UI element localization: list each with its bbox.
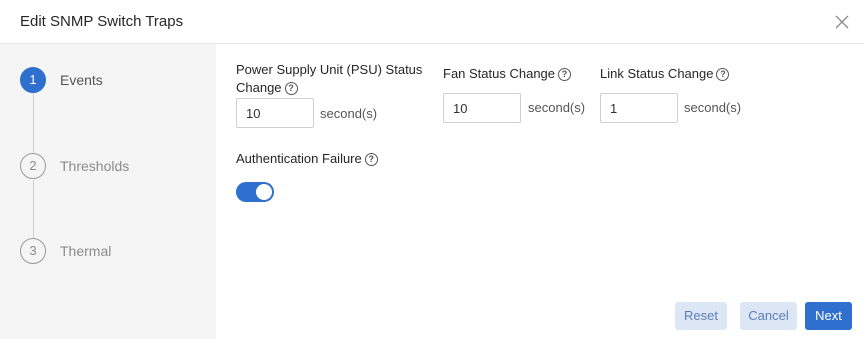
auth-label-text: Authentication Failure: [236, 151, 362, 166]
fan-unit-label: second(s): [528, 100, 586, 115]
fan-status-label: Fan Status Change?: [443, 65, 572, 83]
cancel-button[interactable]: Cancel: [740, 302, 797, 330]
help-icon[interactable]: ?: [558, 68, 572, 81]
step-events[interactable]: 1 Events: [20, 67, 210, 95]
step-number: 1: [20, 67, 46, 93]
edit-snmp-dialog: Edit SNMP Switch Traps 1 Events 2 Thresh…: [0, 0, 864, 339]
link-status-label: Link Status Change?: [600, 65, 730, 83]
help-icon[interactable]: ?: [716, 68, 730, 81]
fan-interval-input[interactable]: [443, 93, 521, 123]
toggle-knob: [256, 184, 272, 200]
dialog-header: Edit SNMP Switch Traps: [0, 0, 864, 44]
step-connector: [33, 93, 34, 154]
next-button[interactable]: Next: [805, 302, 852, 330]
step-thresholds[interactable]: 2 Thresholds: [20, 153, 210, 181]
step-number: 3: [20, 238, 46, 264]
psu-unit-label: second(s): [320, 106, 378, 121]
dialog-title: Edit SNMP Switch Traps: [20, 13, 184, 30]
step-thermal[interactable]: 3 Thermal: [20, 238, 210, 266]
link-unit-label: second(s): [684, 100, 742, 115]
fan-label-text: Fan Status Change: [443, 66, 556, 81]
step-number: 2: [20, 153, 46, 179]
reset-button[interactable]: Reset: [675, 302, 727, 330]
psu-label-line1: Power Supply Unit (PSU) Status: [236, 62, 423, 77]
step-label: Events: [60, 72, 103, 88]
psu-label-line2: Change: [236, 80, 282, 95]
auth-failure-toggle[interactable]: [236, 182, 274, 202]
step-label: Thermal: [60, 243, 112, 259]
step-connector: [33, 180, 34, 239]
close-icon[interactable]: [832, 12, 852, 32]
psu-status-label: Power Supply Unit (PSU) Status Change?: [236, 61, 422, 97]
steps-sidebar: 1 Events 2 Thresholds 3 Thermal: [0, 44, 216, 339]
auth-failure-label: Authentication Failure?: [236, 150, 378, 168]
link-label-text: Link Status Change: [600, 66, 714, 81]
link-interval-input[interactable]: [600, 93, 678, 123]
psu-interval-input[interactable]: [236, 98, 314, 128]
step-label: Thresholds: [60, 158, 130, 174]
help-icon[interactable]: ?: [284, 82, 298, 95]
help-icon[interactable]: ?: [364, 153, 378, 166]
